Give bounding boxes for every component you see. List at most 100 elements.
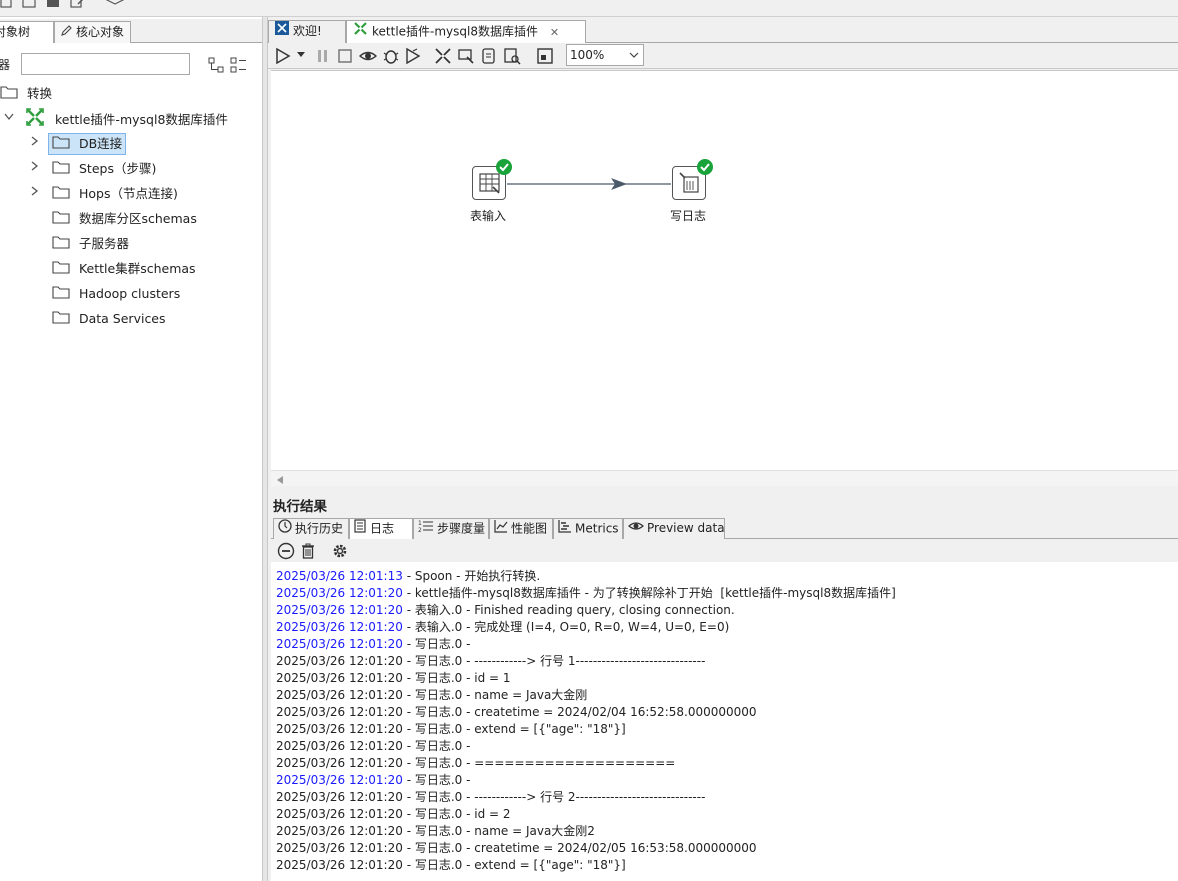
tab-performance-graph[interactable]: 性能图 — [489, 518, 553, 539]
chevron-down-icon[interactable] — [4, 111, 14, 124]
grid-icon[interactable] — [536, 47, 554, 65]
tree-item-label: 转换 — [26, 86, 52, 101]
log-timestamp: 2025/03/26 12:01:20 — [276, 756, 403, 770]
log-timestamp: 2025/03/26 12:01:20 — [276, 654, 403, 668]
log-message: - 写日志.0 - — [402, 773, 471, 787]
tree-item-transform[interactable]: 转换 — [0, 83, 52, 105]
check-icon — [496, 159, 512, 178]
tree-item-data-services[interactable]: Data Services — [52, 308, 166, 330]
transformation-canvas[interactable]: 表输入 写日志 — [271, 70, 1178, 475]
log-line: 2025/03/26 12:01:20 - 写日志.0 - id = 2 — [276, 806, 511, 823]
tab-metrics[interactable]: Metrics — [553, 518, 623, 539]
tab-label: kettle插件-mysql8数据库插件 — [372, 24, 538, 39]
canvas-hscrollbar[interactable] — [271, 470, 1178, 486]
log-line: 2025/03/26 12:01:20 - 写日志.0 - name = Jav… — [276, 687, 587, 704]
tab-step-metrics[interactable]: 12 步骤度量 — [413, 518, 489, 539]
preview-icon[interactable] — [358, 47, 378, 65]
trash-icon[interactable] — [300, 542, 316, 563]
pause-icon[interactable] — [314, 47, 332, 65]
replay-icon[interactable] — [404, 47, 422, 65]
log-message: - 写日志.0 - name = Java大金刚 — [402, 688, 588, 702]
tree-item-steps[interactable]: Steps（步骤) — [52, 158, 156, 180]
log-view[interactable]: 2025/03/26 12:01:13 - Spoon - 开始执行转换. 202… — [271, 562, 1178, 881]
tab-label: Preview data — [647, 521, 725, 535]
svg-text:1: 1 — [418, 520, 422, 527]
save-icon[interactable] — [46, 0, 62, 8]
collapse-all-icon[interactable] — [230, 57, 247, 76]
chevron-right-icon[interactable] — [31, 161, 39, 174]
log-line: 2025/03/26 12:01:20 - 写日志.0 - createtime… — [276, 840, 757, 857]
stop-log-icon[interactable] — [277, 542, 295, 563]
left-panel: 对象树 核心对象 器 转换 kettle插件-mysql8数据库插件 DB连接 … — [0, 17, 263, 881]
svg-text:2: 2 — [418, 527, 422, 533]
folder-icon — [52, 309, 70, 331]
log-message: - 表输入.0 - 完成处理 (I=4, O=0, R=0, W=4, U=0,… — [402, 620, 730, 634]
tab-core-objects[interactable]: 核心对象 — [54, 21, 131, 43]
search-input[interactable] — [21, 53, 190, 75]
sql-icon[interactable] — [480, 47, 498, 65]
save-as-icon[interactable] — [70, 0, 86, 8]
gear-icon[interactable] — [331, 542, 349, 563]
log-message: - 写日志.0 - — [402, 637, 471, 651]
log-line: 2025/03/26 12:01:20 - 写日志.0 - ==========… — [276, 755, 675, 772]
log-message: - 写日志.0 - — [402, 739, 471, 753]
tab-preview-data[interactable]: Preview data — [623, 518, 725, 539]
transformation-icon — [353, 21, 368, 43]
log-timestamp: 2025/03/26 12:01:20 — [276, 739, 403, 753]
tab-transformation[interactable]: kettle插件-mysql8数据库插件 ✕ — [346, 20, 586, 43]
tab-welcome[interactable]: 欢迎! — [268, 20, 346, 43]
tree-item-label: Data Services — [78, 311, 166, 326]
tree-item-db-connections[interactable]: DB连接 — [48, 133, 127, 155]
tree-item-label: Steps（步骤) — [78, 161, 157, 176]
folder-icon — [52, 209, 70, 231]
tab-label: 执行历史 — [295, 521, 344, 536]
folder-icon — [52, 234, 70, 256]
chevron-down-icon[interactable] — [296, 49, 306, 67]
chevron-right-icon[interactable] — [31, 186, 39, 199]
tree-item-hadoop-clusters[interactable]: Hadoop clusters — [52, 283, 180, 305]
chevron-right-icon[interactable] — [31, 136, 39, 149]
log-message: - 写日志.0 - id = 2 — [402, 807, 511, 821]
tree-item-label: 子服务器 — [78, 236, 129, 251]
open-file-icon[interactable] — [22, 0, 38, 8]
log-line: 2025/03/26 12:01:20 - 写日志.0 - ----------… — [276, 789, 705, 806]
close-icon[interactable]: ✕ — [550, 22, 559, 43]
log-message: - 写日志.0 - extend = [{"age": "18"}] — [402, 858, 626, 872]
stop-icon[interactable] — [336, 47, 354, 65]
tree-structure-icon[interactable] — [208, 57, 224, 76]
tree-item-slave-servers[interactable]: 子服务器 — [52, 233, 129, 255]
search-label: 器 — [0, 58, 11, 72]
tab-log[interactable]: 日志 — [349, 518, 413, 539]
log-timestamp: 2025/03/26 12:01:20 — [276, 586, 403, 600]
new-file-icon[interactable] — [0, 0, 16, 8]
tree-item-transformation[interactable]: kettle插件-mysql8数据库插件 — [26, 108, 228, 130]
log-timestamp: 2025/03/26 12:01:20 — [276, 824, 403, 838]
log-timestamp: 2025/03/26 12:01:20 — [276, 790, 403, 804]
run-icon[interactable] — [274, 47, 292, 65]
log-message: - 写日志.0 - name = Java大金刚2 — [402, 824, 595, 838]
tree-item-cluster-schemas[interactable]: Kettle集群schemas — [52, 258, 196, 280]
log-timestamp: 2025/03/26 12:01:20 — [276, 688, 403, 702]
zoom-select[interactable]: 100% — [566, 44, 644, 66]
layers-icon[interactable] — [105, 0, 125, 8]
log-icon — [354, 519, 367, 539]
log-message: - 写日志.0 - ==================== — [402, 756, 676, 770]
scroll-left-icon[interactable] — [276, 474, 284, 488]
impact-icon[interactable] — [457, 47, 475, 65]
log-message: - 写日志.0 - createtime = 2024/02/05 16:53:… — [402, 841, 757, 855]
debug-icon[interactable] — [382, 47, 400, 65]
folder-icon — [52, 259, 70, 281]
tree-item-partition-schemas[interactable]: 数据库分区schemas — [52, 208, 197, 230]
verify-icon[interactable] — [434, 47, 452, 65]
tree-item-hops[interactable]: Hops（节点连接) — [52, 183, 178, 205]
tab-execution-history[interactable]: 执行历史 — [273, 518, 349, 539]
tab-label: 日志 — [370, 521, 395, 536]
chevron-down-icon[interactable]: ▾ — [130, 0, 146, 6]
log-timestamp: 2025/03/26 12:01:20 — [276, 637, 403, 651]
log-line: 2025/03/26 12:01:20 - 写日志.0 - — [276, 636, 470, 653]
step-label: 写日志 — [670, 209, 707, 223]
tab-object-tree[interactable]: 对象树 — [0, 21, 54, 43]
metrics-icon — [558, 519, 572, 539]
explore-db-icon[interactable] — [503, 47, 521, 65]
tree-item-label: 数据库分区schemas — [78, 211, 197, 226]
